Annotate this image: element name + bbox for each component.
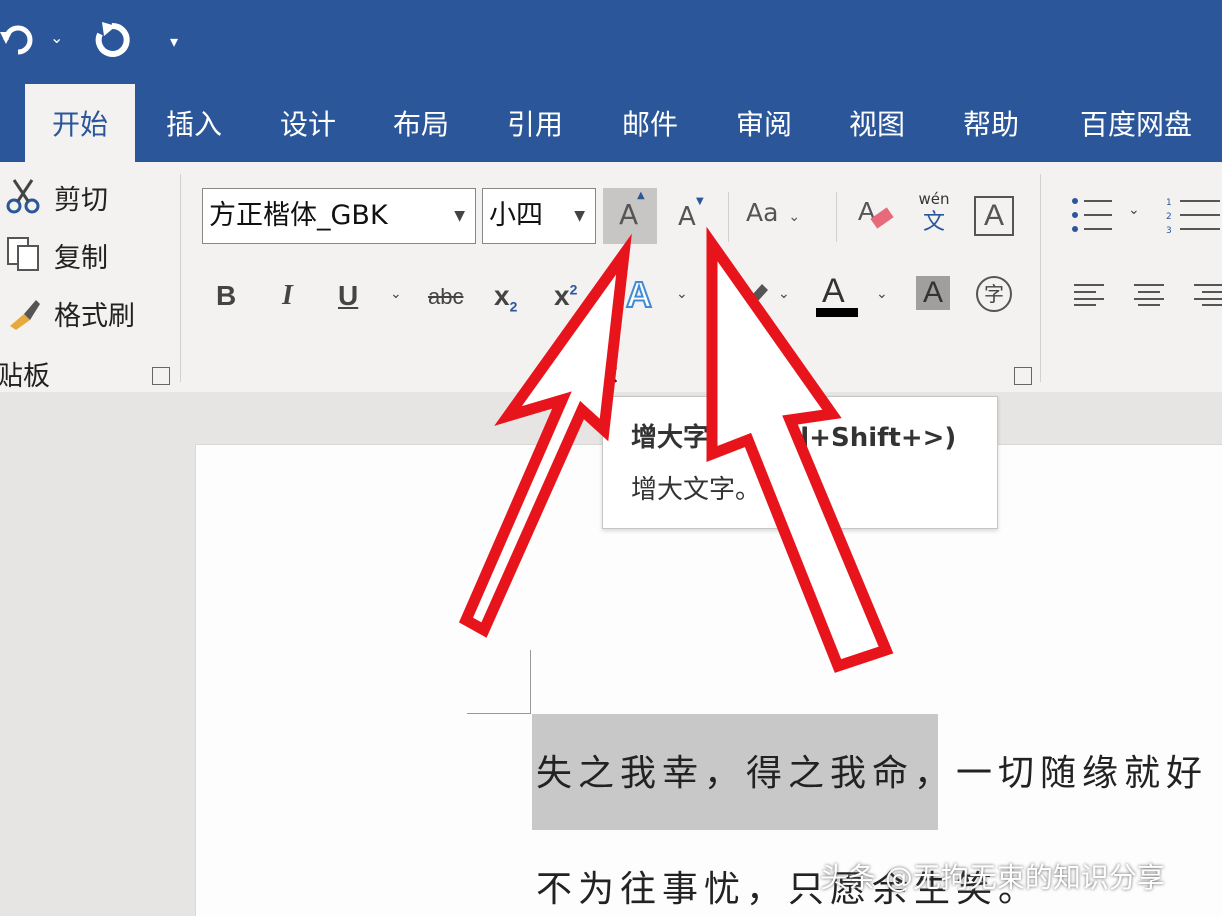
word-window: ⌄ ▾ 开始 插入 设计 布局 引用 邮件 审阅 视图 帮助 百度网盘 剪切 复… bbox=[0, 0, 1222, 916]
red-arrow-left bbox=[458, 233, 632, 638]
watermark: 头条 @无拘无束的知识分享 bbox=[820, 861, 1165, 894]
annotation-arrows bbox=[458, 226, 894, 673]
red-arrow-right bbox=[706, 226, 894, 673]
